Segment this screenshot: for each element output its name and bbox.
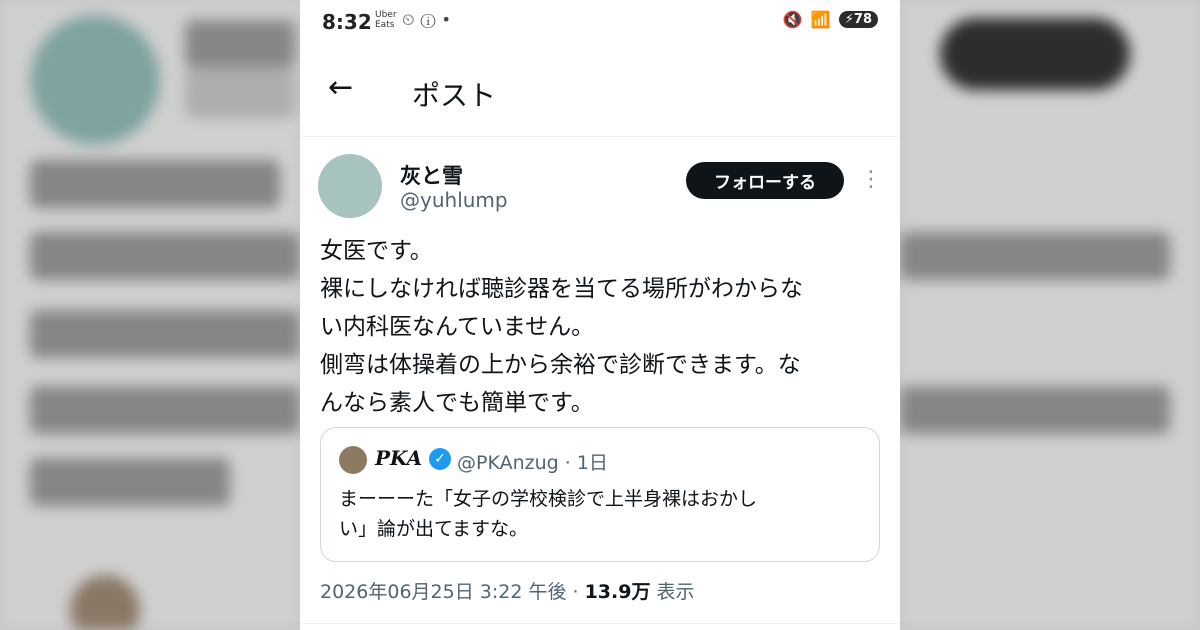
uber-eats-notification-icon: Uber Eats bbox=[375, 10, 397, 30]
blurred-text bbox=[30, 310, 300, 358]
post-text-line: 裸にしなければ聴診器を当てる場所がわからな bbox=[320, 276, 803, 302]
quoted-post-text: まーーーた「女子の学校検診で上半身裸はおかし い」論が出てますな。 bbox=[339, 484, 859, 544]
arrow-left-icon[interactable]: ← bbox=[328, 72, 360, 104]
blurred-text bbox=[185, 70, 295, 118]
top-bar: ← ポスト bbox=[300, 48, 900, 137]
quoted-text-line: い」論が出てますな。 bbox=[339, 518, 529, 540]
blurred-text bbox=[900, 386, 1170, 434]
blurred-text bbox=[900, 232, 1170, 280]
follow-button[interactable]: フォローする bbox=[686, 162, 844, 199]
blurred-background-right bbox=[900, 0, 1200, 630]
view-label: 表示 bbox=[650, 581, 695, 603]
status-bar: 8:32 Uber Eats ⏲ⓘ• 🔇 📶 ⚡78 bbox=[300, 0, 900, 48]
quoted-author-handle-time: @PKAnzug · 1日 bbox=[457, 452, 608, 474]
phone-screen: 8:32 Uber Eats ⏲ⓘ• 🔇 📶 ⚡78 ← ポスト 灰と雪 @yuh… bbox=[300, 0, 900, 630]
post-text-line: 側弯は体操着の上から余裕で診断できます。な bbox=[320, 352, 801, 378]
blurred-avatar bbox=[30, 15, 160, 145]
view-count: 13.9万 bbox=[584, 581, 651, 603]
more-options-icon[interactable]: ⋮ bbox=[860, 166, 882, 194]
system-icons: 🔇 📶 ⚡78 bbox=[783, 10, 878, 29]
post-meta: 2026年06月25日 3:22 午後 · 13.9万 表示 bbox=[320, 577, 695, 604]
battery-icon: ⚡78 bbox=[838, 11, 878, 28]
quoted-text-line: まーーーた「女子の学校検診で上半身裸はおかし bbox=[339, 488, 758, 510]
blurred-text bbox=[185, 20, 295, 68]
quoted-post[interactable]: PKA ✓ @PKAnzug · 1日 まーーーた「女子の学校検診で上半身裸はお… bbox=[320, 427, 880, 562]
post-text-line: んなら素人でも簡単です。 bbox=[320, 390, 594, 416]
mute-icon: 🔇 bbox=[782, 10, 803, 29]
verified-badge-icon: ✓ bbox=[429, 448, 451, 470]
quoted-author-avatar bbox=[339, 446, 367, 474]
blurred-background-left bbox=[0, 0, 300, 630]
status-time: 8:32 bbox=[322, 10, 372, 34]
post-timestamp[interactable]: 2026年06月25日 3:22 午後 · bbox=[320, 581, 585, 603]
blurred-text bbox=[30, 386, 300, 434]
blurred-button bbox=[940, 18, 1130, 90]
post-text-line: い内科医なんていません。 bbox=[320, 314, 595, 340]
blurred-text bbox=[30, 458, 230, 506]
blurred-text bbox=[30, 232, 300, 280]
post-text: 女医です。 裸にしなければ聴診器を当てる場所がわからな い内科医なんていません。… bbox=[320, 232, 885, 422]
author-handle[interactable]: @yuhlump bbox=[400, 188, 508, 212]
author-display-name[interactable]: 灰と雪 bbox=[400, 160, 463, 190]
quoted-author-name: PKA bbox=[375, 446, 423, 470]
notification-icons: ⏲ⓘ• bbox=[402, 10, 457, 29]
blurred-text bbox=[30, 160, 280, 208]
post-text-line: 女医です。 bbox=[320, 238, 433, 264]
author-avatar[interactable] bbox=[318, 154, 382, 218]
page-title: ポスト bbox=[412, 79, 497, 112]
wifi-icon: 📶 bbox=[810, 10, 831, 29]
blurred-avatar bbox=[70, 575, 140, 630]
divider bbox=[300, 623, 900, 624]
